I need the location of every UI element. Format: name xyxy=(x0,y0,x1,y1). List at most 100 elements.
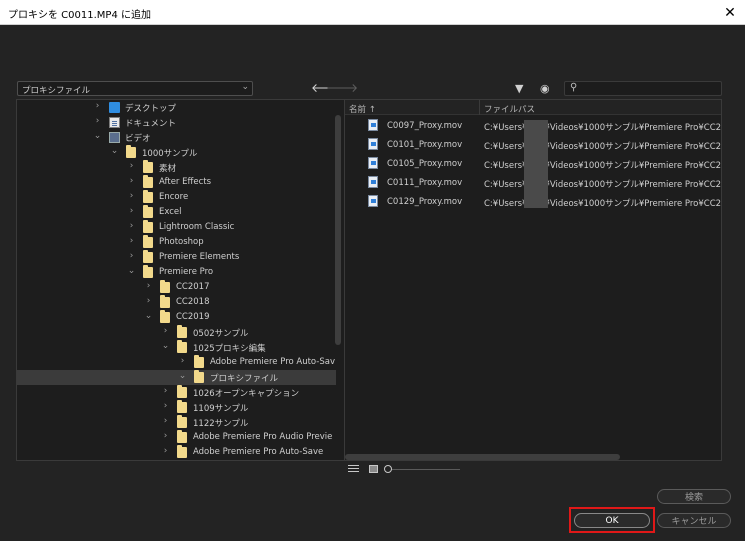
tree-item[interactable]: › Encore xyxy=(17,190,336,205)
view-eye-icon[interactable]: ◉ xyxy=(540,82,550,95)
folder-icon xyxy=(143,250,153,263)
tree-item[interactable]: › CC2017 xyxy=(17,280,336,295)
tree-item-label: Adobe Premiere Pro Audio Previe xyxy=(193,432,333,442)
chevron-right-icon[interactable]: › xyxy=(161,431,170,441)
tree-item[interactable]: › デスクトップ xyxy=(17,100,336,115)
filter-icon[interactable]: ▼ xyxy=(515,82,523,95)
tree-item[interactable]: › 素材 xyxy=(17,160,336,175)
chevron-right-icon[interactable]: › xyxy=(144,281,153,291)
chevron-right-icon[interactable]: › xyxy=(127,236,136,246)
tree-item[interactable]: › Excel xyxy=(17,205,336,220)
video-file-icon xyxy=(368,195,378,207)
tree-item-label: ビデオ xyxy=(125,134,151,144)
tree-item-label: 1000サンプル xyxy=(142,149,198,159)
chevron-down-icon[interactable]: ⌄ xyxy=(93,131,102,141)
tree-item-label: Excel xyxy=(159,207,182,217)
tree-item[interactable]: ⌄ 1000サンプル xyxy=(17,145,336,160)
folder-icon xyxy=(143,220,153,233)
file-name: C0129_Proxy.mov xyxy=(387,197,463,207)
tree-item[interactable]: › 1026オープンキャプション xyxy=(17,385,336,400)
list-view-icon[interactable] xyxy=(348,465,359,473)
tree-item-label: 0502サンプル xyxy=(193,329,249,339)
tree-item[interactable]: › CC2018 xyxy=(17,295,336,310)
folder-tree[interactable]: › デスクトップ › ドキュメント ⌄ ビデオ ⌄ 1000サンプル › 素材 › After Eff… xyxy=(16,99,345,461)
search-icon: ⚲ xyxy=(570,82,578,93)
chevron-right-icon[interactable]: › xyxy=(127,206,136,216)
cancel-button[interactable]: キャンセル xyxy=(657,513,731,528)
thumbnail-view-icon[interactable] xyxy=(369,465,378,473)
chevron-right-icon[interactable]: › xyxy=(127,191,136,201)
tree-item[interactable]: ⌄ ビデオ xyxy=(17,130,336,145)
chevron-right-icon[interactable]: › xyxy=(127,161,136,171)
folder-icon xyxy=(160,280,170,293)
document-icon xyxy=(109,117,120,128)
folder-icon xyxy=(177,445,187,458)
chevron-right-icon[interactable]: › xyxy=(93,101,102,111)
zoom-slider[interactable] xyxy=(385,469,460,470)
folder-icon xyxy=(143,190,153,203)
tree-item[interactable]: ⌄ Premiere Pro xyxy=(17,265,336,280)
chevron-down-icon[interactable]: ⌄ xyxy=(127,266,136,276)
folder-icon xyxy=(143,235,153,248)
location-dropdown[interactable]: プロキシファイル ⌄ xyxy=(17,81,253,96)
tree-item[interactable]: › Adobe Premiere Pro Auto-Save xyxy=(17,445,336,460)
search-input[interactable]: ⚲ xyxy=(564,81,722,96)
chevron-right-icon[interactable]: › xyxy=(161,386,170,396)
chevron-down-icon[interactable]: ⌄ xyxy=(110,146,119,156)
tree-item-label: 1122サンプル xyxy=(193,419,249,429)
redacted-username xyxy=(524,120,548,208)
chevron-right-icon[interactable]: › xyxy=(144,296,153,306)
tree-item[interactable]: › Premiere Elements xyxy=(17,250,336,265)
tree-item[interactable]: › 1109サンプル xyxy=(17,400,336,415)
tree-item-label: 素材 xyxy=(159,164,177,174)
folder-icon xyxy=(177,400,187,413)
chevron-down-icon[interactable]: ⌄ xyxy=(144,311,153,321)
chevron-right-icon[interactable]: › xyxy=(161,326,170,336)
column-header-name[interactable]: 名前 ↑ xyxy=(349,103,376,115)
zoom-slider-handle[interactable] xyxy=(384,465,392,473)
chevron-right-icon[interactable]: › xyxy=(93,116,102,126)
tree-item[interactable]: › After Effects xyxy=(17,175,336,190)
forward-arrow-icon[interactable]: 🡒 xyxy=(326,81,358,95)
chevron-right-icon[interactable]: › xyxy=(161,416,170,426)
search-button[interactable]: 検索 xyxy=(657,489,731,504)
tree-item-label: CC2019 xyxy=(176,312,210,322)
tree-item[interactable]: › Lightroom Classic xyxy=(17,220,336,235)
chevron-right-icon[interactable]: › xyxy=(178,356,187,366)
folder-icon xyxy=(177,325,187,338)
chevron-down-icon[interactable]: ⌄ xyxy=(178,371,187,381)
column-header-path[interactable]: ファイルパス xyxy=(484,103,535,115)
chevron-right-icon[interactable]: › xyxy=(127,251,136,261)
tree-item[interactable]: ⌄ 1025プロキシ編集 xyxy=(17,340,336,355)
chevron-down-icon: ⌄ xyxy=(241,82,249,92)
file-path: C:¥Users¥ ¥Videos¥1000サンプル¥Premiere Pro¥… xyxy=(484,180,722,190)
chevron-right-icon[interactable]: › xyxy=(161,446,170,456)
tree-item[interactable]: ⌄ CC2019 xyxy=(17,310,336,325)
chevron-right-icon[interactable]: › xyxy=(127,176,136,186)
tree-item[interactable]: › Adobe Premiere Pro Audio Previe xyxy=(17,430,336,445)
tree-item[interactable]: › Photoshop xyxy=(17,235,336,250)
column-divider[interactable] xyxy=(479,100,480,115)
title-bar: プロキシを C0011.MP4 に追加 ✕ xyxy=(0,0,745,25)
tree-item-label: CC2018 xyxy=(176,297,210,307)
tree-item[interactable]: › Adobe Premiere Pro Auto-Sav xyxy=(17,355,336,370)
video-icon xyxy=(109,132,120,143)
chevron-right-icon[interactable]: › xyxy=(127,221,136,231)
tree-item-label: Adobe Premiere Pro Auto-Save xyxy=(193,447,324,457)
folder-icon xyxy=(160,295,170,308)
tree-item-label: 1025プロキシ編集 xyxy=(193,344,266,354)
tree-item[interactable]: ⌄ プロキシファイル xyxy=(17,370,336,385)
folder-icon xyxy=(194,370,204,383)
folder-icon xyxy=(160,310,170,323)
list-scrollbar[interactable] xyxy=(345,454,620,460)
location-value: プロキシファイル xyxy=(22,86,91,96)
file-name: C0097_Proxy.mov xyxy=(387,121,463,131)
tree-item[interactable]: › 1122サンプル xyxy=(17,415,336,430)
tree-item[interactable]: › 0502サンプル xyxy=(17,325,336,340)
tree-item[interactable]: › ドキュメント xyxy=(17,115,336,130)
folder-icon xyxy=(143,160,153,173)
close-icon[interactable]: ✕ xyxy=(715,0,745,25)
chevron-down-icon[interactable]: ⌄ xyxy=(161,341,170,351)
tree-scrollbar[interactable] xyxy=(335,115,341,345)
chevron-right-icon[interactable]: › xyxy=(161,401,170,411)
